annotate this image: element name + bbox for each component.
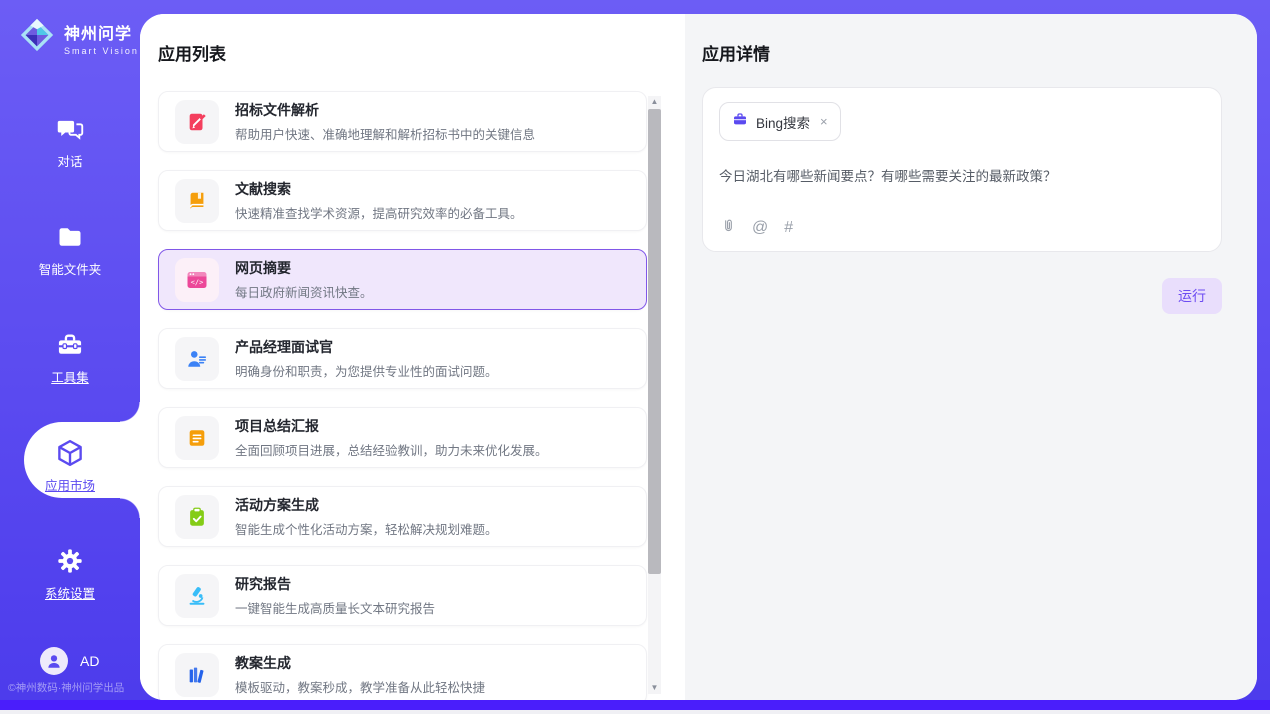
clipboard-check-icon <box>175 495 219 539</box>
composer-toolbar: @ # <box>721 217 793 239</box>
app-list-title: 应用列表 <box>158 40 685 65</box>
app-name: 项目总结汇报 <box>235 416 548 436</box>
bottom-edge-strip <box>0 710 1270 714</box>
app-detail-panel: 应用详情 Bing搜索 × 今日湖北有哪些新闻要点？有哪些需要关注的最新政策？ <box>685 14 1257 700</box>
app-description: 智能生成个性化活动方案，轻松解决规划难题。 <box>235 519 498 538</box>
app-list: 招标文件解析 帮助用户快速、准确地理解和解析招标书中的关键信息 文献搜索 快速精… <box>158 91 647 700</box>
sidebar-item-chat[interactable]: 对话 <box>0 104 140 212</box>
svg-text:</>: </> <box>191 278 204 286</box>
app-description: 模板驱动，教案秒成，教学准备从此轻松快捷 <box>235 677 485 696</box>
app-list-item[interactable]: 教案生成 模板驱动，教案秒成，教学准备从此轻松快捷 <box>158 644 647 700</box>
content-area: 应用列表 招标文件解析 帮助用户快速、准确地理解和解析招标书中的关键信息 文献搜… <box>140 14 1257 700</box>
hash-icon[interactable]: # <box>784 219 793 237</box>
sidebar-item-toolbox[interactable]: 工具集 <box>0 320 140 428</box>
app-list-item[interactable]: 招标文件解析 帮助用户快速、准确地理解和解析招标书中的关键信息 <box>158 91 647 152</box>
app-name: 研究报告 <box>235 574 435 594</box>
person-icon <box>45 652 63 670</box>
microscope-icon <box>175 574 219 618</box>
run-row: 运行 <box>702 278 1222 314</box>
book-icon <box>175 179 219 223</box>
app-list-item[interactable]: 文献搜索 快速精准查找学术资源，提高研究效率的必备工具。 <box>158 170 647 231</box>
app-name: 产品经理面试官 <box>235 337 498 357</box>
sidebar: 神州问学 Smart Vision 对话 智能文件夹 工具集 应用市场 系统设置… <box>0 0 140 703</box>
sidebar-item-folder[interactable]: 智能文件夹 <box>0 212 140 320</box>
app-description: 一键智能生成高质量长文本研究报告 <box>235 598 435 617</box>
at-icon[interactable]: @ <box>752 219 768 237</box>
sidebar-item-gear[interactable]: 系统设置 <box>0 536 140 644</box>
app-list-item[interactable]: 活动方案生成 智能生成个性化活动方案，轻松解决规划难题。 <box>158 486 647 547</box>
app-name: 教案生成 <box>235 653 485 673</box>
app-name: 招标文件解析 <box>235 100 535 120</box>
app-detail-title: 应用详情 <box>702 40 1257 65</box>
app-name: 文献搜索 <box>235 179 523 199</box>
app-description: 明确身份和职责，为您提供专业性的面试问题。 <box>235 361 498 380</box>
doc-pen-icon <box>175 100 219 144</box>
sidebar-item-cube[interactable]: 应用市场 <box>0 428 140 536</box>
toolbox-icon <box>55 330 85 360</box>
close-icon[interactable]: × <box>820 114 828 129</box>
scrollbar-thumb[interactable] <box>648 109 661 574</box>
browser-code-icon: </> <box>175 258 219 302</box>
tool-chip-label: Bing搜索 <box>756 112 810 132</box>
briefcase-icon <box>732 111 748 132</box>
app-list-item[interactable]: </> 网页摘要 每日政府新闻资讯快查。 <box>158 249 647 310</box>
run-button[interactable]: 运行 <box>1162 278 1222 314</box>
app-description: 帮助用户快速、准确地理解和解析招标书中的关键信息 <box>235 124 535 143</box>
sidebar-nav: 对话 智能文件夹 工具集 应用市场 系统设置 <box>0 104 140 644</box>
app-list-item[interactable]: 项目总结汇报 全面回顾项目进展，总结经验教训，助力未来优化发展。 <box>158 407 647 468</box>
brand-subtitle: Smart Vision <box>64 46 139 56</box>
app-description: 快速精准查找学术资源，提高研究效率的必备工具。 <box>235 203 523 222</box>
scrollbar[interactable]: ▲ ▼ <box>648 96 661 694</box>
query-text[interactable]: 今日湖北有哪些新闻要点？有哪些需要关注的最新政策？ <box>719 165 1205 185</box>
app-description: 全面回顾项目进展，总结经验教训，助力未来优化发展。 <box>235 440 548 459</box>
user-initials: AD <box>80 653 99 669</box>
app-name: 网页摘要 <box>235 258 373 278</box>
app-list-item[interactable]: 产品经理面试官 明确身份和职责，为您提供专业性的面试问题。 <box>158 328 647 389</box>
brand-name: 神州问学 <box>64 20 139 44</box>
app-list-panel: 应用列表 招标文件解析 帮助用户快速、准确地理解和解析招标书中的关键信息 文献搜… <box>140 14 685 700</box>
person-chart-icon <box>175 337 219 381</box>
app-description: 每日政府新闻资讯快查。 <box>235 282 373 301</box>
brand-logo: 神州问学 Smart Vision <box>0 0 140 59</box>
books-icon <box>175 653 219 697</box>
tool-chip-bing-search[interactable]: Bing搜索 × <box>719 102 841 141</box>
cube-icon <box>55 438 85 468</box>
app-name: 活动方案生成 <box>235 495 498 515</box>
avatar[interactable] <box>40 647 68 675</box>
scroll-down-arrow-icon[interactable]: ▼ <box>648 682 661 694</box>
note-icon <box>175 416 219 460</box>
diamond-logo-icon <box>18 16 56 59</box>
scroll-up-arrow-icon[interactable]: ▲ <box>648 96 661 108</box>
bottom-accent-bar <box>0 700 1270 710</box>
gear-icon <box>55 546 85 576</box>
prompt-card[interactable]: Bing搜索 × 今日湖北有哪些新闻要点？有哪些需要关注的最新政策？ @ # <box>702 87 1222 252</box>
paperclip-icon[interactable] <box>721 217 736 239</box>
user-row[interactable]: AD <box>0 647 140 675</box>
app-list-item[interactable]: 研究报告 一键智能生成高质量长文本研究报告 <box>158 565 647 626</box>
folder-icon <box>55 222 85 252</box>
chat-icon <box>55 114 85 144</box>
copyright-footer: ©神州数码·神州问学出品 <box>8 680 124 695</box>
